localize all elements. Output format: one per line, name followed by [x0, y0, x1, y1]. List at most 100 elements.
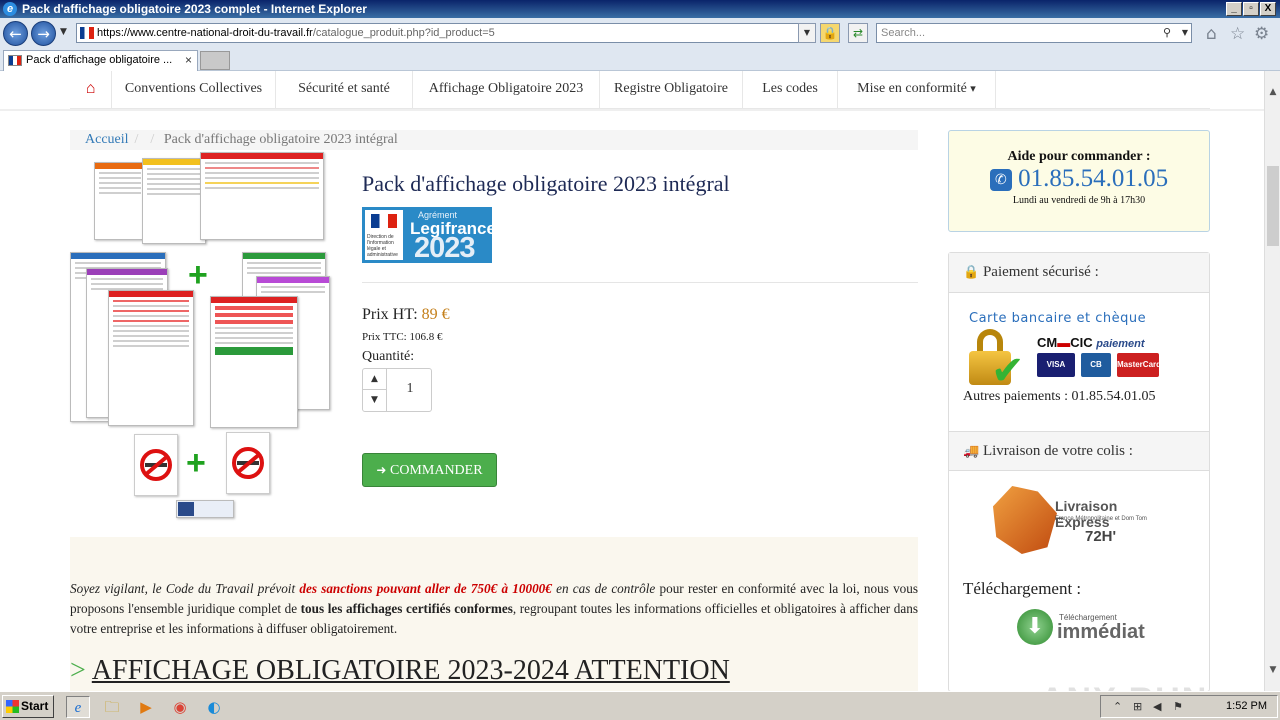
help-phone[interactable]: ✆ 01.85.54.01.05: [949, 165, 1209, 193]
notification-flag-icon[interactable]: ⚑: [1173, 696, 1183, 717]
watermark: ANY RUN: [1040, 681, 1208, 691]
plus-icon: +: [188, 256, 208, 294]
tray-chevron-icon[interactable]: ⌃: [1113, 696, 1122, 717]
price-ht-value: 89 €: [421, 306, 450, 323]
quantity-input[interactable]: 1: [393, 381, 427, 397]
breadcrumb-separator: /: [150, 132, 155, 147]
secure-padlock-image: ✔: [969, 329, 1025, 391]
favorites-star-icon[interactable]: ☆: [1230, 24, 1245, 44]
refresh-icon[interactable]: ⇄: [848, 23, 868, 43]
page-viewport: ⌂ Conventions Collectives Sécurité et sa…: [0, 71, 1264, 691]
address-bar[interactable]: https://www.centre-national-droit-du-tra…: [76, 23, 816, 43]
nav-registre-obligatoire[interactable]: Registre Obligatoire: [600, 71, 743, 109]
search-icon[interactable]: ⚲: [1163, 24, 1171, 42]
france-map-icon: [993, 486, 1057, 554]
help-title: Aide pour commander :: [1007, 149, 1151, 164]
search-dropdown-icon[interactable]: ▼: [1182, 24, 1188, 42]
mastercard-logo: MasterCard: [1117, 353, 1161, 377]
republique-francaise-logo: Direction de l'information légale et adm…: [365, 210, 403, 260]
nav-home-icon[interactable]: ⌂: [70, 71, 112, 109]
gear-icon[interactable]: ⚙: [1254, 24, 1269, 44]
nav-mise-en-conformite[interactable]: Mise en conformité ▾: [838, 71, 996, 109]
download-large-text: immédiat: [1057, 621, 1145, 643]
payment-header: 🔒 Paiement sécurisé :: [949, 253, 1209, 293]
heading-text[interactable]: AFFICHAGE OBLIGATOIRE 2023-2024 ATTENTIO…: [92, 655, 730, 686]
delivery-logo-title: Livraison Express: [1055, 498, 1118, 530]
quantity-decrement-button[interactable]: ▼: [363, 390, 387, 411]
desc-sanctions: des sanctions pouvant aller de 750€ à 10…: [299, 581, 552, 596]
section-heading: > AFFICHAGE OBLIGATOIRE 2023-2024 ATTENTI…: [70, 655, 730, 687]
address-toolbar: ← → ▼ https://www.centre-national-droit-…: [0, 18, 1280, 48]
media-player-icon[interactable]: ▶: [134, 696, 158, 718]
small-logo: [176, 500, 234, 518]
close-button[interactable]: X: [1260, 2, 1276, 16]
description-section: Soyez vigilant, le Code du Travail prévo…: [70, 537, 918, 691]
legifrance-badge: Direction de l'information légale et adm…: [362, 207, 492, 263]
instant-download-logo: ⬇ Téléchargement immédiat: [1017, 609, 1157, 653]
nav-les-codes[interactable]: Les codes: [743, 71, 838, 109]
start-button[interactable]: Start: [2, 695, 54, 718]
cb-card-logo: CB: [1081, 353, 1111, 377]
download-title: Téléchargement :: [963, 579, 1082, 598]
vertical-scrollbar[interactable]: ▲ ▼: [1264, 71, 1280, 691]
system-tray: ⌃ ⊞ ◀ ⚑ 1:52 PM: [1100, 695, 1278, 718]
tab-close-icon[interactable]: ×: [185, 51, 192, 70]
poster-thumbnail: [210, 296, 298, 428]
security-lock-icon[interactable]: 🔒: [820, 23, 840, 43]
download-arrow-icon: ⬇: [1017, 609, 1053, 645]
address-dropdown-icon[interactable]: ▼: [798, 23, 816, 43]
poster-thumbnail: [108, 290, 194, 426]
order-help-box: Aide pour commander : ✆ 01.85.54.01.05 L…: [948, 130, 1210, 232]
card-title: Carte bancaire et chèque: [969, 311, 1147, 326]
help-hours: Lundi au vendredi de 9h à 17h30: [1012, 195, 1146, 206]
tab-favicon: [8, 55, 22, 66]
tab-active[interactable]: Pack d'affichage obligatoire ... ×: [3, 50, 198, 71]
taskbar: Start e 🗀 ▶ ◉ ◐ ⌃ ⊞ ◀ ⚑ 1:52 PM: [0, 691, 1280, 720]
breadcrumb-separator: /: [134, 132, 139, 147]
scroll-down-icon[interactable]: ▼: [1265, 665, 1280, 675]
delivery-header-label: Livraison de votre colis :: [982, 443, 1133, 459]
order-button[interactable]: ➜ COMMANDER: [362, 453, 497, 487]
price-ttc: Prix TTC: 106.8 €: [362, 331, 443, 343]
tab-strip: Pack d'affichage obligatoire ... ×: [0, 48, 1280, 71]
quantity-increment-button[interactable]: ▲: [363, 369, 387, 390]
quantity-stepper: ▲ ▼ 1: [362, 368, 432, 412]
chrome-icon[interactable]: ◉: [168, 696, 192, 718]
chevron-down-icon: ▾: [970, 82, 976, 95]
delivery-logo-time: 72H': [1085, 528, 1117, 545]
cmcic-cic: CIC: [1070, 335, 1093, 350]
window-title-bar: e Pack d'affichage obligatoire 2023 comp…: [0, 0, 1280, 18]
product-image[interactable]: + +: [70, 152, 332, 518]
folder-icon[interactable]: 🗀: [100, 696, 124, 718]
volume-icon[interactable]: ◀: [1153, 696, 1161, 717]
breadcrumb-home-link[interactable]: Accueil: [85, 132, 129, 147]
network-icon[interactable]: ⊞: [1133, 696, 1142, 717]
back-button[interactable]: ←: [3, 21, 28, 46]
taskbar-ie-button[interactable]: e: [66, 696, 90, 718]
description-paragraph: Soyez vigilant, le Code du Travail prévo…: [70, 579, 918, 639]
delivery-header: 🚚 Livraison de votre colis :: [949, 431, 1209, 471]
taskbar-clock[interactable]: 1:52 PM: [1226, 696, 1267, 717]
restore-button[interactable]: ▫: [1243, 2, 1259, 16]
history-dropdown-icon[interactable]: ▼: [60, 27, 67, 37]
nav-affichage-obligatoire[interactable]: Affichage Obligatoire 2023: [413, 71, 600, 109]
search-input[interactable]: Search... ⚲ ▼: [876, 23, 1192, 43]
url-host: https://www.centre-national-droit-du-tra…: [97, 27, 313, 39]
new-tab-button[interactable]: [200, 51, 230, 70]
price-ht: Prix HT: 89 €: [362, 306, 450, 324]
product-title: Pack d'affichage obligatoire 2023 intégr…: [362, 171, 730, 196]
nav-securite-sante[interactable]: Sécurité et santé: [276, 71, 413, 109]
minimize-button[interactable]: _: [1226, 2, 1242, 16]
tab-label: Pack d'affichage obligatoire ...: [26, 54, 173, 66]
cmcic-logo: CM▬CIC paiement: [1037, 335, 1145, 350]
nav-divider: [0, 109, 1264, 111]
scroll-up-icon[interactable]: ▲: [1265, 87, 1280, 97]
cmcic-paiement: paiement: [1096, 338, 1145, 350]
edge-icon[interactable]: ◐: [202, 696, 226, 718]
forward-button[interactable]: →: [31, 21, 56, 46]
home-icon[interactable]: ⌂: [1206, 24, 1217, 44]
scrollbar-thumb[interactable]: [1267, 166, 1279, 246]
nav-conventions-collectives[interactable]: Conventions Collectives: [112, 71, 276, 109]
windows-logo-icon: [6, 700, 19, 713]
search-placeholder: Search...: [881, 27, 926, 39]
